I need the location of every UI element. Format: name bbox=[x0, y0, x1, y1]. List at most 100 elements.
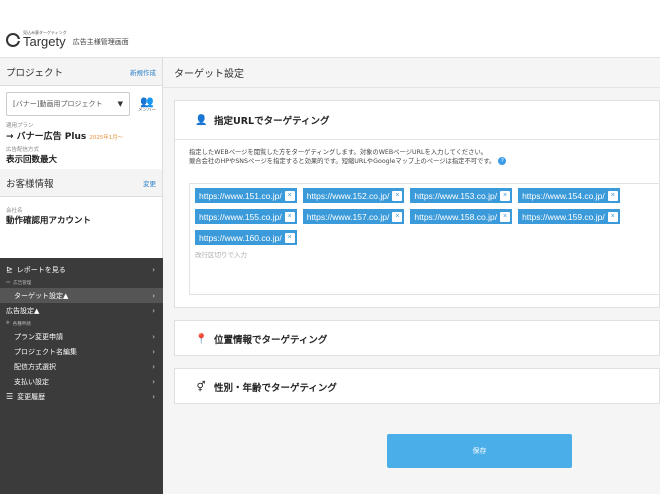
chevron-right-icon: › bbox=[152, 362, 155, 371]
company-value: 動作確認用アカウント bbox=[6, 216, 92, 226]
remove-tag-icon[interactable]: × bbox=[284, 211, 295, 222]
chevron-right-icon: › bbox=[152, 332, 155, 341]
nav-report-label: レポートを見る bbox=[16, 265, 66, 274]
list-icon: ☰ bbox=[6, 392, 14, 401]
chevron-right-icon: › bbox=[152, 347, 155, 356]
gender-age-targeting-card[interactable]: ⚥ 性別・年齢でターゲティング bbox=[174, 368, 660, 404]
logo-text: 見込み客ターゲティング Targety bbox=[23, 31, 67, 49]
url-card-header: 👤 指定URLでターゲティング bbox=[175, 101, 659, 140]
url-tag: https://www.157.co.jp/× bbox=[302, 209, 405, 224]
remove-tag-icon[interactable]: × bbox=[392, 190, 403, 201]
nav-plan-change[interactable]: プラン変更申請 › bbox=[0, 329, 163, 344]
url-tag: https://www.154.co.jp/× bbox=[518, 188, 620, 203]
gender-icon: ⚥ bbox=[196, 381, 206, 393]
nav-dist-select[interactable]: 配信方式選択 › bbox=[0, 359, 163, 374]
nav-report[interactable]: ⊵ レポートを見る › bbox=[0, 262, 163, 277]
nav-group-apply: ✲ 各種申請 bbox=[0, 318, 163, 329]
plan-label: 適用プラン bbox=[6, 123, 34, 129]
url-tag: https://www.160.co.jp/× bbox=[195, 230, 297, 245]
url-card-title: 指定URLでターゲティング bbox=[214, 116, 330, 127]
customer-info: 会社名 動作確認用アカウント bbox=[0, 197, 162, 253]
side-nav: ⊵ レポートを見る › ▭ 広告管理 ターゲット設定▲ › 広告設定▲ › ✲ 各… bbox=[0, 258, 163, 494]
nav-ad-settings-label: 広告設定▲ bbox=[6, 306, 40, 315]
url-tag: https://www.153.co.jp/× bbox=[410, 188, 513, 203]
logo-tagline: 広告主様管理画面 bbox=[72, 37, 129, 46]
remove-tag-icon[interactable]: × bbox=[392, 211, 403, 222]
url-tag: https://www.152.co.jp/× bbox=[302, 188, 405, 203]
url-desc-line1: 指定したWEBページを閲覧した方をターゲティングします。対象のWEBページURL… bbox=[189, 149, 488, 156]
monitor-icon: ▭ bbox=[6, 280, 11, 285]
app-logo[interactable]: 見込み客ターゲティング Targety 広告主様管理画面 bbox=[6, 31, 129, 48]
url-tag-text: https://www.153.co.jp/ bbox=[414, 190, 498, 201]
url-targeting-card: 👤 指定URLでターゲティング 指定したWEBページを閲覧した方をターゲティング… bbox=[174, 100, 660, 308]
url-tag: https://www.155.co.jp/× bbox=[195, 209, 297, 224]
page: 見込み客ターゲティング Targety 広告主様管理画面 プロジェクト 新規作成… bbox=[0, 0, 660, 494]
chevron-right-icon: › bbox=[152, 377, 155, 386]
user-plus-icon: 👤 bbox=[195, 114, 208, 126]
new-project-link[interactable]: 新規作成 bbox=[130, 67, 156, 77]
nav-dist-select-label: 配信方式選択 bbox=[14, 362, 56, 371]
url-tag-text: https://www.152.co.jp/ bbox=[306, 190, 390, 201]
project-select-value: [バナー]動画用プロジェクト bbox=[13, 100, 103, 108]
nav-plan-change-label: プラン変更申請 bbox=[14, 332, 63, 341]
nav-project-name-label: プロジェクト名編集 bbox=[14, 347, 77, 356]
nav-payment-label: 支払い設定 bbox=[14, 377, 49, 386]
main-content: ターゲット設定 👤 指定URLでターゲティング 指定したWEBページを閲覧した方… bbox=[163, 58, 660, 494]
project-select[interactable]: [バナー]動画用プロジェクト ▼ bbox=[6, 92, 130, 116]
url-tag-text: https://www.160.co.jp/ bbox=[199, 232, 282, 243]
remove-tag-icon[interactable]: × bbox=[500, 211, 511, 222]
url-tag-text: https://www.155.co.jp/ bbox=[199, 211, 282, 222]
company-label: 会社名 bbox=[6, 208, 23, 214]
member-button[interactable]: 👥 メンバー bbox=[138, 96, 156, 113]
nav-history[interactable]: ☰ 変更履歴 › bbox=[0, 389, 163, 404]
remove-tag-icon[interactable]: × bbox=[607, 190, 618, 201]
remove-tag-icon[interactable]: × bbox=[284, 190, 295, 201]
logo-name: Targety bbox=[23, 34, 66, 49]
location-card-header: 📍 位置情報でターゲティング bbox=[175, 321, 659, 357]
distribution-value: 表示回数最大 bbox=[6, 155, 58, 165]
plan-value-row: → バナー広告 Plus 2025年1月〜 bbox=[6, 129, 156, 142]
url-tag-list: https://www.151.co.jp/× https://www.152.c… bbox=[195, 188, 660, 245]
save-button[interactable]: 保存 bbox=[387, 434, 572, 468]
url-tag: https://www.151.co.jp/× bbox=[195, 188, 297, 203]
url-tag: https://www.159.co.jp/× bbox=[518, 209, 620, 224]
nav-target-label: ターゲット設定▲ bbox=[14, 291, 69, 300]
nav-group-ads-label: 広告管理 bbox=[13, 280, 32, 286]
location-targeting-card[interactable]: 📍 位置情報でターゲティング bbox=[174, 320, 660, 356]
users-icon: 👥 bbox=[140, 94, 154, 108]
member-label: メンバー bbox=[138, 107, 156, 113]
url-tag-text: https://www.151.co.jp/ bbox=[199, 190, 282, 201]
plan-since: 2025年1月〜 bbox=[89, 135, 124, 141]
url-desc-line2-row: 競合会社のHPやSNSページを指定すると効果的です。短縮URLやGoogleマッ… bbox=[189, 157, 659, 166]
gender-card-title: 性別・年齢でターゲティング bbox=[214, 383, 337, 394]
url-tag-text: https://www.157.co.jp/ bbox=[306, 211, 390, 222]
nav-payment[interactable]: 支払い設定 › bbox=[0, 374, 163, 389]
chevron-right-icon: › bbox=[152, 291, 155, 300]
remove-tag-icon[interactable]: × bbox=[500, 190, 511, 201]
gear-icon: ✲ bbox=[6, 321, 10, 326]
nav-group-apply-label: 各種申請 bbox=[12, 321, 31, 327]
app-header: 見込み客ターゲティング Targety 広告主様管理画面 bbox=[0, 22, 660, 58]
nav-ad-settings[interactable]: 広告設定▲ › bbox=[0, 303, 163, 318]
distribution-label: 広告配信方式 bbox=[6, 147, 40, 153]
chart-icon: ⊵ bbox=[6, 265, 13, 274]
nav-group-ads: ▭ 広告管理 bbox=[0, 277, 163, 288]
tag-input-placeholder: 改行区切りで入力 bbox=[195, 251, 247, 259]
url-desc-line2: 競合会社のHPやSNSページを指定すると効果的です。短縮URLやGoogleマッ… bbox=[189, 158, 496, 166]
change-customer-link[interactable]: 変更 bbox=[143, 178, 156, 188]
help-icon[interactable]: ? bbox=[498, 157, 507, 166]
page-title: ターゲット設定 bbox=[163, 58, 660, 88]
gender-card-header: ⚥ 性別・年齢でターゲティング bbox=[175, 369, 659, 405]
chevron-right-icon: › bbox=[152, 392, 155, 401]
project-info: [バナー]動画用プロジェクト ▼ 👥 メンバー 適用プラン → バナー広告 Pl… bbox=[0, 86, 162, 169]
customer-section-header: お客様情報 変更 bbox=[0, 169, 162, 197]
nav-history-label: 変更履歴 bbox=[17, 392, 46, 401]
url-tag-input[interactable]: https://www.151.co.jp/× https://www.152.c… bbox=[189, 183, 660, 295]
nav-project-name[interactable]: プロジェクト名編集 › bbox=[0, 344, 163, 359]
remove-tag-icon[interactable]: × bbox=[284, 232, 295, 243]
url-tag-text: https://www.159.co.jp/ bbox=[522, 211, 605, 222]
project-section-header: プロジェクト 新規作成 bbox=[0, 58, 162, 86]
nav-target-settings[interactable]: ターゲット設定▲ › bbox=[0, 288, 163, 303]
remove-tag-icon[interactable]: × bbox=[607, 211, 618, 222]
chevron-right-icon: › bbox=[152, 306, 155, 315]
